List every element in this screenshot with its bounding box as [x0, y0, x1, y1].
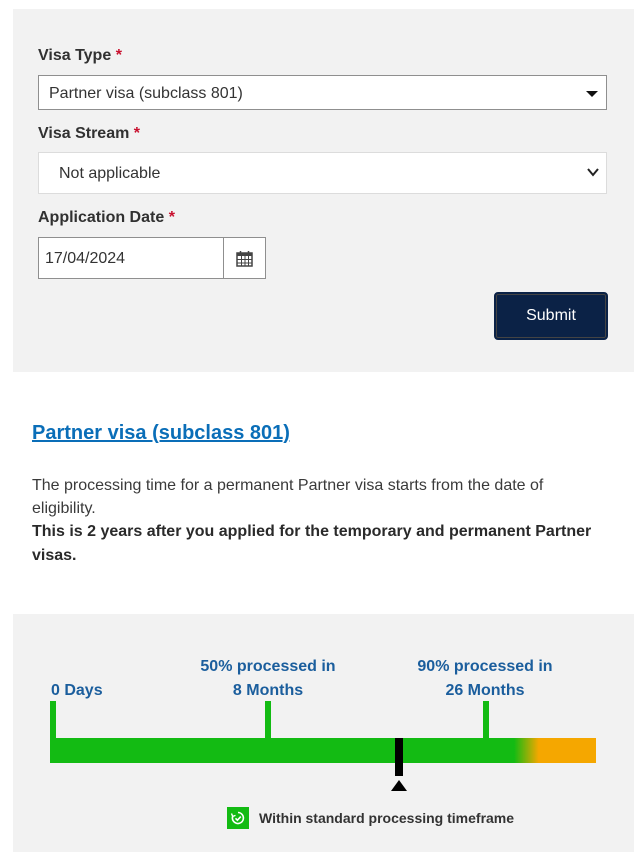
- timeline-tick-50: [265, 701, 271, 738]
- processing-timeline-panel: 0 Days 50% processed in 8 Months 90% pro…: [13, 614, 634, 852]
- timeline-90-label: 90% processed in 26 Months: [417, 658, 553, 699]
- result-description: The processing time for a permanent Part…: [32, 477, 544, 517]
- clock-check-icon: [227, 807, 249, 829]
- caret-down-icon: [586, 91, 598, 97]
- timeline-bar: [50, 738, 596, 763]
- result-title-link[interactable]: Partner visa (subclass 801): [32, 422, 290, 445]
- application-date-value: 17/04/2024: [45, 250, 126, 267]
- marker-arrow-icon: [391, 780, 407, 791]
- status-text: Within standard processing timeframe: [259, 810, 515, 826]
- visa-form-panel: Visa Type * Partner visa (subclass 801) …: [13, 9, 634, 372]
- application-date-label: Application Date *: [38, 209, 175, 226]
- visa-stream-label: Visa Stream *: [38, 125, 141, 142]
- required-mark: *: [115, 47, 122, 64]
- timeline-start-label: 0 Days: [51, 682, 103, 699]
- required-mark: *: [168, 209, 175, 226]
- visa-type-value: Partner visa (subclass 801): [49, 85, 243, 102]
- timeline-tick-90: [483, 701, 489, 738]
- visa-stream-value: Not applicable: [59, 165, 161, 182]
- visa-type-select[interactable]: Partner visa (subclass 801): [38, 75, 607, 110]
- calendar-icon: [236, 251, 253, 267]
- required-mark: *: [133, 125, 141, 142]
- visa-stream-select[interactable]: Not applicable: [38, 152, 607, 194]
- timeline-tick-start: [50, 701, 56, 738]
- chevron-down-icon: [587, 168, 599, 177]
- calendar-button[interactable]: [223, 237, 266, 279]
- submit-button[interactable]: Submit: [494, 292, 608, 340]
- current-position-marker: [395, 738, 403, 776]
- timeline-50-label: 50% processed in 8 Months: [200, 658, 336, 699]
- visa-type-label: Visa Type *: [38, 47, 122, 64]
- result-emphasis: This is 2 years after you applied for th…: [32, 523, 592, 564]
